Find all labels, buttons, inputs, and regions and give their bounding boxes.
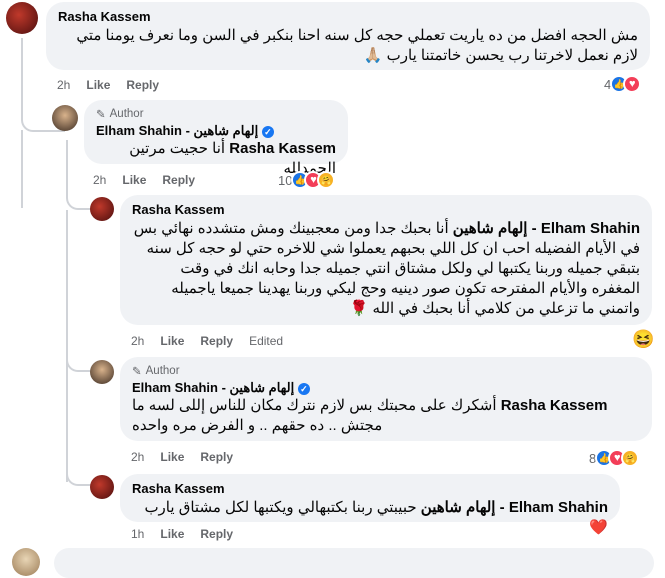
heart-icon: ♥ <box>623 75 642 93</box>
mention-tag[interactable]: Elham Shahin - إلهام شاهين <box>453 220 640 237</box>
comment-bubble: Rasha Kassem Elham Shahin - إلهام شاهين … <box>120 195 652 325</box>
composer-avatar[interactable] <box>12 548 40 576</box>
comment-bubble: Rasha Kassem Elham Shahin - إلهام شاهين … <box>120 474 620 536</box>
comment-timestamp[interactable]: 2h <box>131 334 144 348</box>
comment-author-name[interactable]: Elham Shahin - إلهام شاهين <box>132 380 294 395</box>
pencil-icon: ✎ <box>96 109 106 121</box>
reaction-summary[interactable]: 10 👍 ♥ 🤗 <box>278 171 336 189</box>
reply-button[interactable]: Reply <box>200 527 233 541</box>
avatar[interactable] <box>90 475 114 499</box>
verified-icon: ✓ <box>261 125 274 138</box>
care-icon: 🤗 <box>621 449 640 467</box>
comment-bubble: ✎ Author Elham Shahin - إلهام شاهين ✓ Ra… <box>84 100 348 177</box>
like-button[interactable]: Like <box>86 78 110 92</box>
comment-author[interactable]: Elham Shahin - إلهام شاهين ✓ <box>132 380 640 396</box>
thread-line-main-2 <box>21 130 65 208</box>
comment-bubble: ✎ Author Elham Shahin - إلهام شاهين ✓ Ra… <box>120 357 652 441</box>
reply-button[interactable]: Reply <box>200 450 233 464</box>
pencil-icon: ✎ <box>132 366 142 378</box>
comment-author[interactable]: Rasha Kassem <box>132 202 640 217</box>
reply-button[interactable]: Reply <box>162 173 195 187</box>
comment-text: مش الحجه افضل من ده ياريت تعملي حجه كل س… <box>76 27 638 64</box>
laugh-icon[interactable]: 😆 <box>632 329 654 350</box>
avatar[interactable] <box>90 360 114 384</box>
reply-input[interactable] <box>54 548 654 578</box>
reply-button[interactable]: Reply <box>200 334 233 348</box>
comment-author[interactable]: Rasha Kassem <box>132 481 608 496</box>
mention-tag[interactable]: Rasha Kassem <box>229 140 336 157</box>
comment-timestamp[interactable]: 2h <box>93 173 106 187</box>
comment-actions: 2h Like Reply <box>57 78 159 92</box>
comment-actions: 2h Like Reply Edited <box>131 334 283 348</box>
reply-button[interactable]: Reply <box>126 78 159 92</box>
author-badge: ✎ Author <box>96 107 336 121</box>
avatar[interactable] <box>52 105 78 131</box>
comment-author[interactable]: Elham Shahin - إلهام شاهين ✓ <box>96 123 336 139</box>
mention-tag[interactable]: Rasha Kassem <box>501 397 608 414</box>
comment-author-name[interactable]: Elham Shahin - إلهام شاهين <box>96 123 258 138</box>
comment-timestamp[interactable]: 2h <box>57 78 70 92</box>
verified-icon: ✓ <box>297 382 310 395</box>
author-badge-label: Author <box>109 108 144 120</box>
comment-timestamp[interactable]: 2h <box>131 450 144 464</box>
author-badge: ✎ Author <box>132 364 640 378</box>
mention-tag[interactable]: Elham Shahin - إلهام شاهين <box>421 499 608 516</box>
edited-label: Edited <box>249 334 284 348</box>
like-button[interactable]: Like <box>160 334 184 348</box>
comment-actions: 2h Like Reply <box>131 450 233 464</box>
reaction-summary[interactable]: 8 👍 ♥ 🤗 <box>589 449 640 467</box>
comment-text: Elham Shahin - إلهام شاهين أنا بحبك جدا … <box>132 219 640 319</box>
comment-author[interactable]: Rasha Kassem <box>58 9 638 24</box>
reaction-summary[interactable]: 4 👍 ♥ <box>604 75 642 93</box>
comment-bubble: Rasha Kassem مش الحجه افضل من ده ياريت ت… <box>46 2 650 70</box>
reaction-count: 10 <box>278 172 293 188</box>
comment-timestamp[interactable]: 1h <box>131 527 144 541</box>
author-badge-label: Author <box>145 365 180 377</box>
comment-actions: 1h Like Reply <box>131 527 233 541</box>
like-button[interactable]: Like <box>160 450 184 464</box>
avatar[interactable] <box>6 2 38 34</box>
comment-text: Rasha Kassem أشكرك على محبتك بس لازم نتر… <box>132 396 640 436</box>
like-button[interactable]: Like <box>122 173 146 187</box>
comment-actions: 2h Like Reply <box>93 173 195 187</box>
avatar[interactable] <box>90 197 114 221</box>
care-icon: 🤗 <box>317 171 336 189</box>
thread-line-reply-2 <box>66 380 106 486</box>
comment-body: أشكرك على محبتك بس لازم نترك مكان للناس … <box>132 397 497 434</box>
like-button[interactable]: Like <box>160 527 184 541</box>
